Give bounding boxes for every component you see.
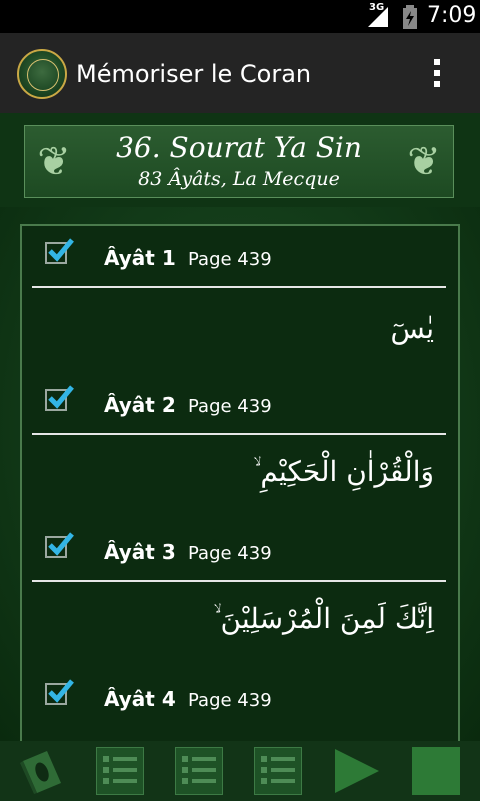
ayah-checkbox[interactable] bbox=[45, 385, 74, 411]
battery-icon bbox=[403, 5, 417, 29]
play-button[interactable] bbox=[333, 747, 381, 795]
app-title: Mémoriser le Coran bbox=[76, 60, 312, 88]
checkmark-icon bbox=[48, 238, 74, 262]
ayah-checkbox[interactable] bbox=[45, 679, 74, 705]
status-bar: 3G 7:09 bbox=[0, 0, 480, 33]
ayah-arabic-text: اِنَّكَ لَمِنَ الْمُرْسَلِيْنَ ۙ bbox=[213, 602, 434, 635]
ayah-checkbox[interactable] bbox=[45, 532, 74, 558]
checkmark-icon bbox=[48, 385, 74, 409]
ayah-row[interactable]: Âyât 4 Page 439 bbox=[32, 667, 446, 727]
ayah-page: Page 439 bbox=[188, 249, 272, 270]
signal-icon bbox=[368, 7, 388, 27]
ayah-row[interactable]: Âyât 2 Page 439 bbox=[32, 373, 446, 435]
main-content: ❦ ❦ 36. Sourat Ya Sin 83 Âyâts, La Mecqu… bbox=[0, 113, 480, 744]
list-view-3-button[interactable] bbox=[254, 747, 302, 795]
ayah-page: Page 439 bbox=[188, 543, 272, 564]
checkmark-icon bbox=[48, 532, 74, 556]
checkmark-icon bbox=[48, 679, 74, 703]
stop-button[interactable] bbox=[412, 747, 460, 795]
surah-subtitle: 83 Âyâts, La Mecque bbox=[138, 168, 340, 190]
ayah-arabic-text: وَالْقُرْاٰنِ الْحَكِيْمِ ۙ bbox=[253, 455, 434, 488]
ayah-page: Page 439 bbox=[188, 396, 272, 417]
surah-header: ❦ ❦ 36. Sourat Ya Sin 83 Âyâts, La Mecqu… bbox=[0, 113, 480, 207]
clock: 7:09 bbox=[427, 3, 477, 28]
ayah-label: Âyât 4 bbox=[104, 687, 176, 711]
ayah-list[interactable]: Âyât 1 Page 439 يٰسٓ Âyât 2 Page 439 وَا… bbox=[20, 224, 460, 744]
app-logo-icon[interactable] bbox=[17, 49, 67, 99]
list-view-1-button[interactable] bbox=[96, 747, 144, 795]
ayah-arabic-text: يٰسٓ bbox=[390, 312, 435, 345]
surah-title: 36. Sourat Ya Sin bbox=[116, 131, 362, 164]
quran-book-button[interactable] bbox=[17, 747, 65, 795]
ayah-label: Âyât 1 bbox=[104, 246, 176, 270]
surah-banner: ❦ ❦ 36. Sourat Ya Sin 83 Âyâts, La Mecqu… bbox=[24, 125, 454, 198]
bottom-toolbar bbox=[0, 741, 480, 801]
overflow-menu-icon[interactable] bbox=[430, 59, 444, 95]
action-bar: Mémoriser le Coran bbox=[0, 33, 480, 116]
ayah-row[interactable]: Âyât 3 Page 439 bbox=[32, 520, 446, 582]
quran-book-icon bbox=[20, 751, 61, 794]
ayah-label: Âyât 3 bbox=[104, 540, 176, 564]
list-view-2-button[interactable] bbox=[175, 747, 223, 795]
ayah-page: Page 439 bbox=[188, 690, 272, 711]
ayah-label: Âyât 2 bbox=[104, 393, 176, 417]
play-icon bbox=[335, 749, 379, 793]
ayah-checkbox[interactable] bbox=[45, 238, 74, 264]
ayah-row[interactable]: Âyât 1 Page 439 bbox=[32, 226, 446, 288]
